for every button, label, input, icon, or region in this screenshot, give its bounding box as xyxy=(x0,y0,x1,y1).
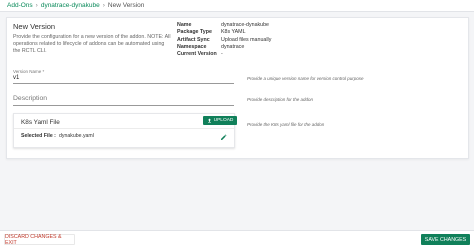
upload-button-label: Upload xyxy=(213,118,234,123)
addon-meta: Name dynatrace-dynakube Package Type K8s… xyxy=(177,22,271,58)
version-name-underline xyxy=(13,83,234,84)
version-name-helper: Provide a unique version name for versio… xyxy=(247,76,364,81)
upload-button[interactable]: Upload xyxy=(203,116,237,125)
selected-file-label: Selected File : xyxy=(21,133,56,139)
breadcrumb-addon-link[interactable]: dynatrace-dynakube xyxy=(41,2,100,9)
breadcrumb-separator: › xyxy=(102,2,105,9)
k8s-file-helper: Provide the K8s yaml file for the addon xyxy=(247,122,325,127)
meta-row-package-type: Package Type K8s YAML xyxy=(177,29,271,36)
k8s-yaml-file-panel: K8s Yaml File Upload Selected File : dyn… xyxy=(13,113,237,148)
selected-file-name: dynakube.yaml xyxy=(59,133,94,139)
new-version-card: New Version Provide the configuration fo… xyxy=(6,17,469,159)
breadcrumb-separator: › xyxy=(35,2,38,9)
meta-value: dynatrace xyxy=(221,43,245,50)
k8s-divider xyxy=(14,128,234,129)
save-changes-button[interactable]: Save Changes xyxy=(421,234,470,245)
footer-bar: Discard Changes & Exit Save Changes xyxy=(0,230,474,249)
meta-value: - xyxy=(221,51,223,58)
discard-changes-button[interactable]: Discard Changes & Exit xyxy=(4,234,75,246)
meta-label: Artifact Sync xyxy=(177,36,210,43)
version-name-input[interactable]: v1 xyxy=(13,75,19,81)
meta-value: dynatrace-dynakube xyxy=(221,22,269,28)
version-name-label: Version Name * xyxy=(13,69,45,74)
meta-row-artifact-sync: Artifact Sync Upload files manually xyxy=(177,37,271,44)
meta-value: Upload files manually xyxy=(221,36,272,43)
breadcrumb-current: New Version xyxy=(107,2,145,9)
meta-label: Package Type xyxy=(177,29,212,36)
meta-row-name: Name dynatrace-dynakube xyxy=(177,22,271,29)
breadcrumb: Add-Ons › dynatrace-dynakube › New Versi… xyxy=(0,0,474,12)
card-title: New Version xyxy=(13,22,56,31)
meta-label: Current Version xyxy=(177,51,217,58)
description-underline xyxy=(13,105,234,106)
meta-row-current-version: Current Version - xyxy=(177,51,271,58)
k8s-yaml-title: K8s Yaml File xyxy=(21,119,60,126)
description-input[interactable]: Description xyxy=(13,95,47,102)
meta-value: K8s YAML xyxy=(221,29,246,36)
upload-icon xyxy=(207,118,211,123)
description-helper: Provide description for the addon xyxy=(247,97,314,102)
card-description: Provide the configuration for a new vers… xyxy=(13,34,171,54)
breadcrumb-addons-link[interactable]: Add-Ons xyxy=(7,2,33,9)
pencil-icon[interactable] xyxy=(220,134,227,141)
meta-label: Name xyxy=(177,22,192,28)
meta-label: Namespace xyxy=(177,43,207,50)
meta-row-namespace: Namespace dynatrace xyxy=(177,44,271,51)
